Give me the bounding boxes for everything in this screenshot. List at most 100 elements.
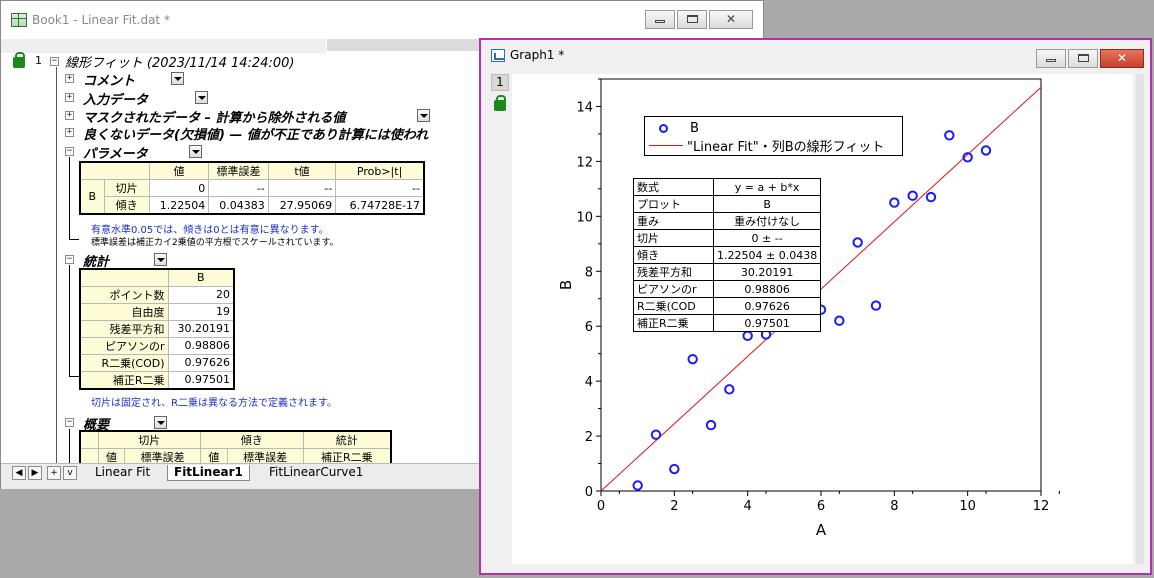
expand-toggle-bad[interactable]: + <box>65 128 74 137</box>
graph-canvas[interactable]: 0 2 4 6 8 10 12 0 2 4 6 8 10 12 14 A B B "Linear Fit"・列B… <box>512 74 1133 564</box>
close-button[interactable]: ✕ <box>709 10 753 29</box>
table-corner <box>79 268 169 287</box>
collapse-toggle-summary[interactable]: − <box>65 418 74 427</box>
column-header: Prob>|t| <box>335 161 425 180</box>
sheet-list-button[interactable]: v <box>63 466 77 480</box>
data-point <box>870 300 882 311</box>
collapse-toggle[interactable]: − <box>50 57 59 66</box>
row-group-label: B <box>79 179 105 215</box>
table-row: R二乗(COD) 0.97626 <box>79 353 235 372</box>
chevron-down-icon[interactable] <box>195 91 208 104</box>
fit-stats-table[interactable]: 数式 y = a + b*x プロット B 重み 重み付けなし 切片 0 ± -- 傾き… <box>633 178 822 332</box>
y-tick-label: 0 <box>585 485 593 500</box>
stat-value: 重み付けなし <box>712 212 822 230</box>
stat-key: ピアソンのr <box>633 280 714 298</box>
cell-value[interactable]: 0.98806 <box>167 336 235 355</box>
stat-key: 重み <box>633 212 714 230</box>
stat-value: y = a + b*x <box>712 178 822 196</box>
column-header-strip <box>1 39 326 53</box>
expand-toggle-input[interactable]: + <box>65 93 74 102</box>
cell-t[interactable]: 27.95069 <box>267 196 337 215</box>
section-comment[interactable]: コメント <box>83 70 135 89</box>
data-point <box>669 463 680 475</box>
layer-tab-1[interactable]: 1 <box>491 74 509 91</box>
significance-note: 有意水準0.05では、傾きは0とは有意に異なります。 <box>91 225 329 236</box>
stat-value: 0.98806 <box>712 280 822 298</box>
table-row: 数式 y = a + b*x <box>633 178 822 196</box>
minimize-button[interactable] <box>1036 49 1066 68</box>
row-label: 残差平方和 <box>79 319 169 338</box>
close-icon: ✕ <box>1116 51 1128 65</box>
y-tick-label: 12 <box>576 155 593 170</box>
params-table: 値 標準誤差 t値 Prob>|t| B 切片 0 -- -- -- 傾き 1.… <box>79 161 425 215</box>
stat-key: 切片 <box>633 229 714 247</box>
cell-value[interactable]: 1.22504 <box>148 196 210 215</box>
data-point <box>742 330 753 342</box>
table-row: 残差平方和 30.20191 <box>79 319 235 338</box>
stat-key: 傾き <box>633 246 714 264</box>
chevron-down-icon[interactable] <box>189 145 202 158</box>
vertical-scrollbar[interactable] <box>1136 74 1144 564</box>
first-sheet-button[interactable]: ◀ <box>12 466 26 480</box>
cell-value[interactable]: 0.97501 <box>167 370 235 389</box>
column-header: 値 <box>148 161 210 180</box>
data-point <box>687 353 698 365</box>
x-tick-label: 12 <box>1033 499 1050 514</box>
x-tick-label: 4 <box>744 499 752 514</box>
table-row: 傾き 1.22504 ± 0.0438 <box>633 246 822 264</box>
section-bad-data[interactable]: 良くないデータ(欠損値) — 値が不正であり計算には使われ <box>83 124 428 143</box>
minimize-button[interactable] <box>645 10 675 29</box>
table-row: ポイント数 20 <box>79 285 235 304</box>
row-label: 自由度 <box>79 302 169 321</box>
stat-key: プロット <box>633 195 714 213</box>
add-sheet-button[interactable]: + <box>47 466 61 480</box>
table-row: 傾き 1.22504 0.04383 27.95069 6.74728E-17 <box>80 196 425 215</box>
maximize-button[interactable] <box>677 10 707 29</box>
lock-icon[interactable] <box>494 95 506 111</box>
cell-prob[interactable]: -- <box>335 179 425 197</box>
section-params[interactable]: パラメータ <box>83 143 148 162</box>
stat-value: 0.97626 <box>712 297 822 315</box>
table-row: 補正R二乗 0.97501 <box>633 314 822 332</box>
cell-value[interactable]: 30.20191 <box>167 319 235 338</box>
next-sheet-button[interactable]: ▶ <box>28 466 42 480</box>
book-titlebar[interactable]: Book1 - Linear Fit.dat * ✕ <box>1 1 763 39</box>
column-group-header: 切片 <box>97 430 202 449</box>
intercept-note: 切片は固定され、R二乗は異なる方法で定義されます。 <box>91 398 338 409</box>
x-axis-label: A <box>816 521 827 539</box>
data-point <box>907 190 918 201</box>
graph-window[interactable]: Graph1 * ✕ 1 0 2 4 6 8 10 12 0 2 4 6 8 10 12 14 A B B "L… <box>479 38 1152 575</box>
cell-t[interactable]: -- <box>267 179 337 197</box>
x-tick-label: 10 <box>959 499 976 514</box>
chevron-down-icon[interactable] <box>417 109 430 122</box>
tab-linear-fit[interactable]: Linear Fit <box>89 465 156 481</box>
maximize-button[interactable] <box>1068 49 1098 68</box>
section-input[interactable]: 入力データ <box>83 89 148 108</box>
chevron-down-icon[interactable] <box>154 253 167 266</box>
lock-icon[interactable] <box>13 52 25 68</box>
collapse-toggle-params[interactable]: − <box>65 147 74 156</box>
expand-toggle-masked[interactable]: + <box>65 111 74 120</box>
close-button[interactable]: ✕ <box>1100 49 1144 68</box>
chevron-down-icon[interactable] <box>171 72 184 85</box>
expand-toggle-comment[interactable]: + <box>65 74 74 83</box>
cell-se[interactable]: -- <box>208 179 269 197</box>
collapse-toggle-stats[interactable]: − <box>65 255 74 264</box>
tab-fitlinearcurve1[interactable]: FitLinearCurve1 <box>263 465 369 481</box>
cell-prob[interactable]: 6.74728E-17 <box>335 196 425 215</box>
graph-titlebar[interactable]: Graph1 * <box>491 48 564 62</box>
tree-line <box>69 429 70 463</box>
legend-label-fit: "Linear Fit"・列Bの線形フィット <box>687 139 885 155</box>
table-row: 補正R二乗 0.97501 <box>79 370 235 389</box>
cell-value[interactable]: 0.97626 <box>167 353 235 372</box>
legend[interactable]: B "Linear Fit"・列Bの線形フィット <box>644 116 903 156</box>
cell-value[interactable]: 0 <box>148 179 210 197</box>
tab-fitlinear1[interactable]: FitLinear1 <box>167 465 250 481</box>
row-label: R二乗(COD) <box>79 353 169 372</box>
chevron-down-icon[interactable] <box>154 416 167 429</box>
row-label: ポイント数 <box>79 285 169 304</box>
cell-value[interactable]: 20 <box>167 285 235 304</box>
y-tick-label: 8 <box>585 265 593 280</box>
cell-se[interactable]: 0.04383 <box>208 196 269 215</box>
cell-value[interactable]: 19 <box>167 302 235 321</box>
